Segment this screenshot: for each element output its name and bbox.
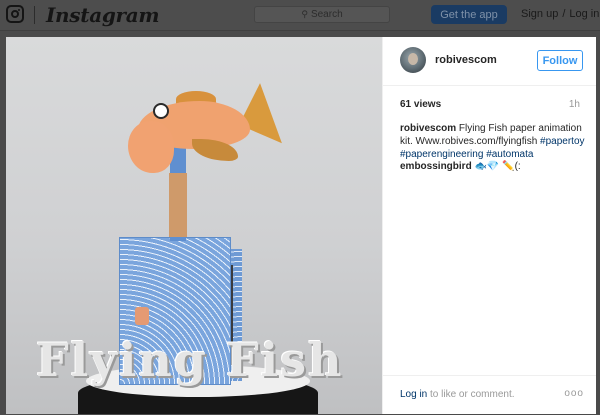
get-app-button[interactable]: Get the app [431, 5, 507, 24]
caption-author[interactable]: robivescom [400, 123, 456, 134]
post-header: robivescom Follow [383, 37, 596, 86]
post-footer: Log in to like or comment. ooo [383, 375, 596, 415]
post-caption: robivescom Flying Fish paper animation k… [400, 122, 585, 161]
hashtag-link[interactable]: #paperengineering [400, 149, 483, 160]
hashtag-link[interactable]: #papertoy [540, 136, 584, 147]
post-video[interactable]: Flying Fish [6, 37, 382, 414]
instagram-wordmark[interactable]: Instagram [46, 3, 160, 27]
post-age[interactable]: 1h [569, 99, 580, 110]
fish-eye [153, 103, 169, 119]
search-icon: ⚲ [301, 9, 308, 19]
auth-separator: / [562, 8, 566, 20]
more-options-icon[interactable]: ooo [564, 388, 584, 399]
crank-handle [135, 307, 149, 325]
avatar[interactable] [400, 47, 426, 73]
login-prompt-text: to like or comment. [430, 389, 515, 400]
login-prompt: Log in to like or comment. [400, 389, 515, 400]
avatar-face-shape [408, 53, 418, 65]
follow-button[interactable]: Follow [537, 50, 583, 71]
logo-divider [34, 6, 35, 24]
view-count: 61 views [400, 99, 442, 110]
comment-text: 🐟💎 ✏️(: [474, 161, 521, 172]
login-link[interactable]: Log in [400, 389, 427, 400]
video-title-overlay: Flying Fish [36, 333, 344, 387]
search-input[interactable]: ⚲ Search [254, 6, 390, 23]
auth-links: Sign up / Log in [521, 8, 599, 20]
post-sidebar: robivescom Follow 61 views 1h robivescom… [382, 37, 596, 414]
shaft-joint [169, 173, 187, 237]
fish-head [128, 121, 174, 173]
log-in-link[interactable]: Log in [569, 8, 599, 20]
sign-up-link[interactable]: Sign up [521, 8, 558, 20]
author-username[interactable]: robivescom [435, 54, 497, 66]
post-card: Flying Fish robivescom Follow 61 views 1… [6, 37, 596, 414]
hashtag-link[interactable]: #automata [486, 149, 533, 160]
top-nav-bar: Instagram ⚲ Search Get the app Sign up /… [0, 0, 600, 31]
instagram-camera-icon[interactable] [6, 5, 24, 23]
camera-dot-shape [18, 9, 20, 11]
comment-item: embossingbird 🐟💎 ✏️(: [400, 161, 521, 172]
search-placeholder: Search [310, 9, 343, 20]
comment-author[interactable]: embossingbird [400, 161, 472, 172]
camera-lens-shape [11, 10, 19, 18]
